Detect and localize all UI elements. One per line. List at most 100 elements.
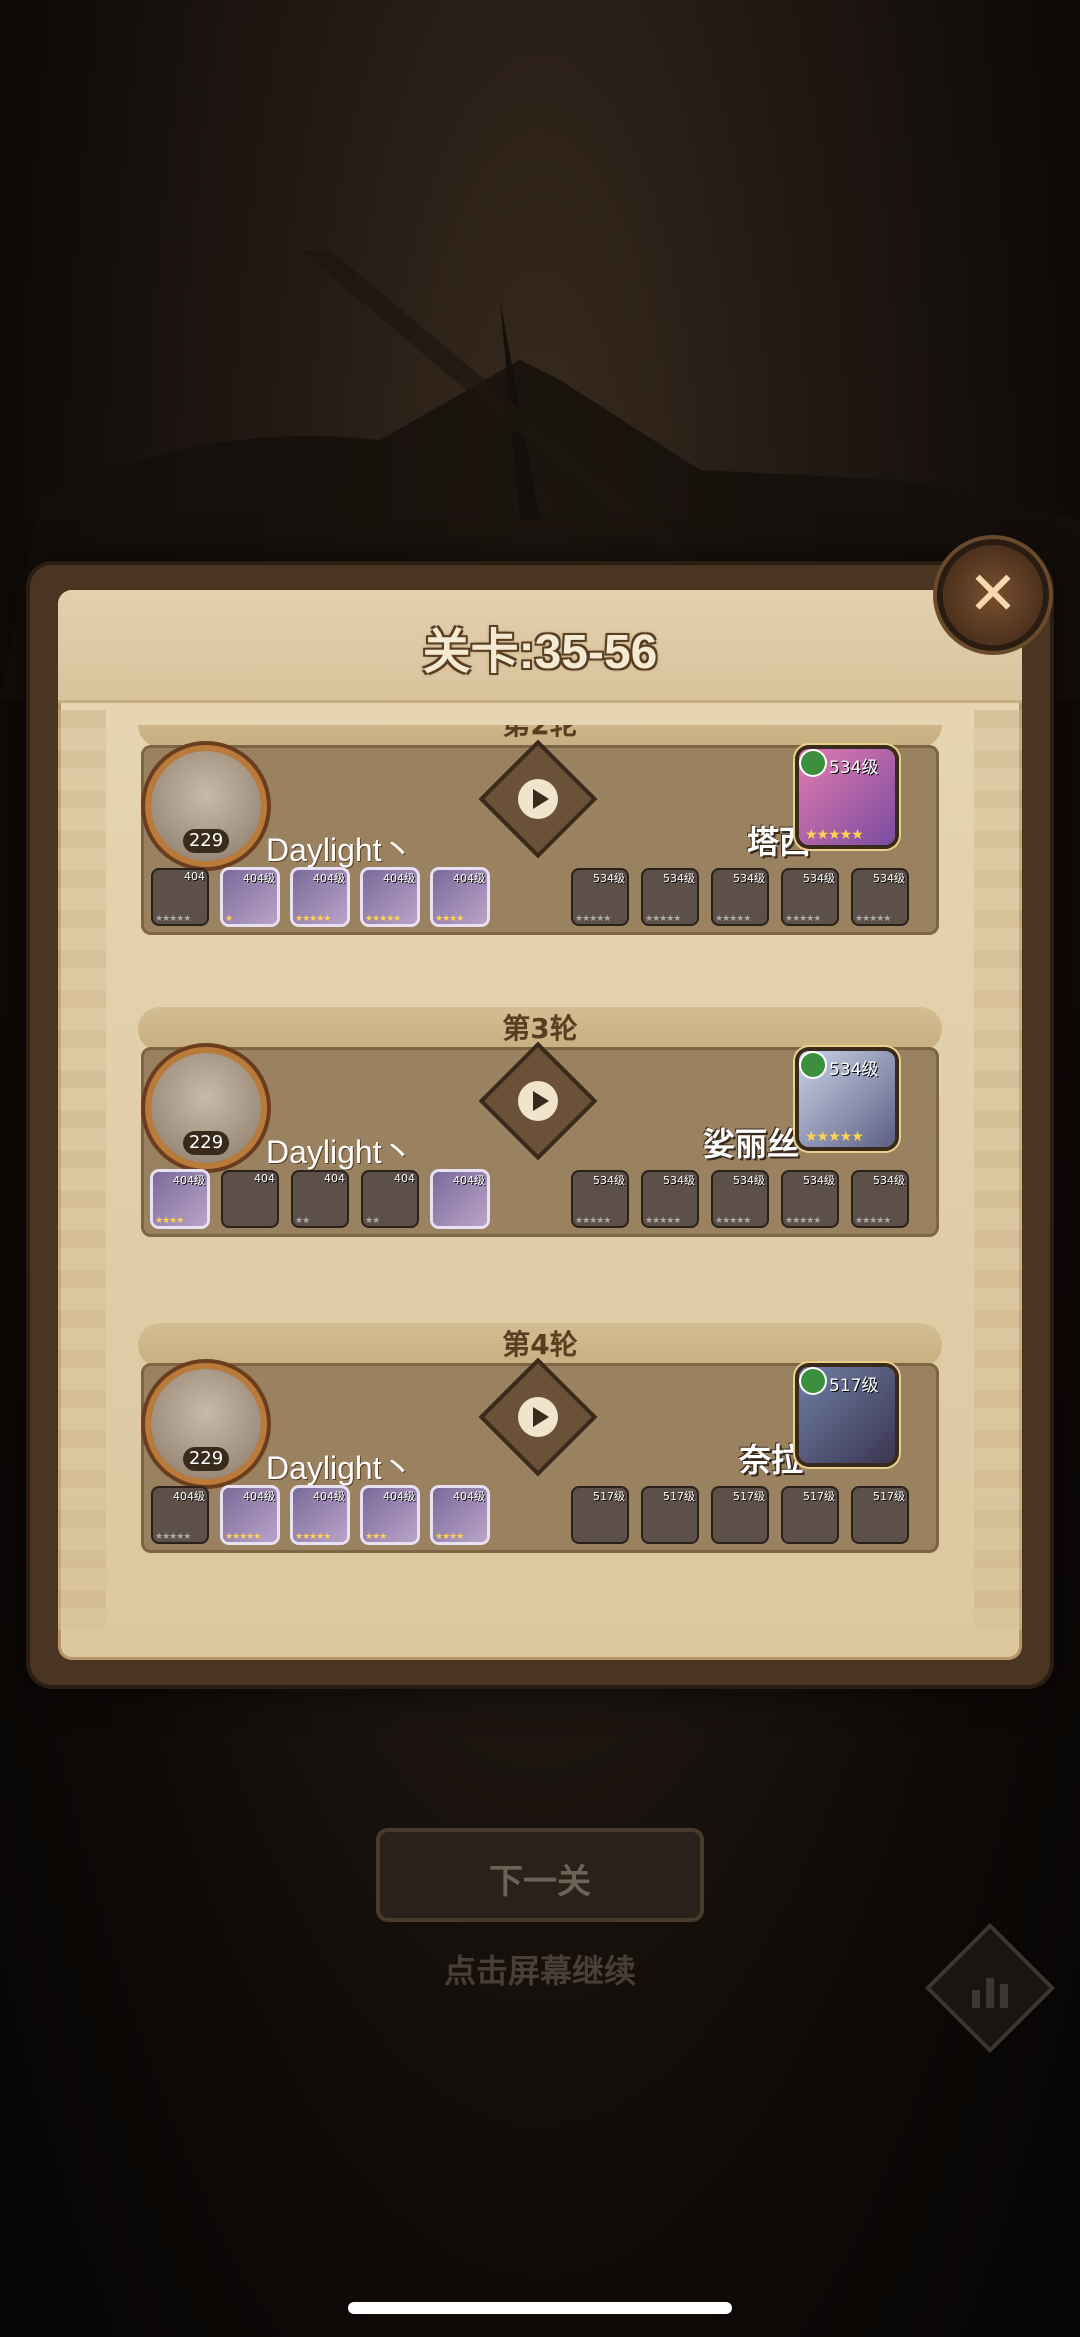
player-hero-slot[interactable]: 404 ★★★★★ (153, 870, 207, 924)
hero-stars: ★★★★★ (855, 914, 891, 924)
enemy-hero-slot[interactable]: 534级 ★★★★★ (783, 870, 837, 924)
enemy-hero-slot[interactable]: 534级 ★★★★★ (783, 1172, 837, 1226)
hero-level: 404级 (383, 1490, 415, 1503)
enemy-hero-slot[interactable]: 534级 ★★★★★ (573, 870, 627, 924)
hero-stars: ★★★★★ (225, 1532, 261, 1542)
enemy-hero-slot[interactable]: 534级 ★★★★★ (853, 1172, 907, 1226)
enemy-level: 517级 (829, 1376, 879, 1396)
enemy-hero-slot[interactable]: 517级 (713, 1488, 767, 1542)
faction-icon (801, 1369, 825, 1393)
round-card: 229 Daylight丶 奈拉 517级 404级 ★★★★★ 404级 ★★★★★ 404级… (141, 1357, 939, 1553)
enemy-hero-slot[interactable]: 534级 ★★★★★ (713, 1172, 767, 1226)
hero-level: 404级 (173, 1490, 205, 1503)
hero-stars: ★★★★ (435, 914, 464, 924)
hero-level: 534级 (733, 872, 765, 885)
player-name: Daylight丶 (266, 1134, 414, 1170)
next-stage-label: 下一关 (489, 1862, 591, 1902)
hero-level: 517级 (663, 1490, 695, 1503)
enemy-portrait[interactable]: 534级 ★★★★★ (799, 749, 895, 845)
hero-level: 404级 (173, 1174, 205, 1187)
tap-to-continue-hint: 点击屏幕继续 (443, 1952, 636, 1990)
hero-stars: ★★★★★ (855, 1216, 891, 1226)
play-icon (518, 1081, 558, 1121)
hero-level: 534级 (803, 1174, 835, 1187)
enemy-hero-slot[interactable]: 534级 ★★★★★ (713, 870, 767, 924)
enemy-stars: ★★★★★ (805, 827, 864, 843)
player-hero-slot[interactable]: 404 (223, 1172, 277, 1226)
enemy-portrait[interactable]: 534级 ★★★★★ (799, 1051, 895, 1147)
title-band: 关卡:35-56 (58, 590, 1022, 703)
player-hero-slot[interactable]: 404级 ★★★ (363, 1488, 417, 1542)
enemy-name: 娑丽丝 (703, 1126, 800, 1162)
close-icon: ✕ (967, 559, 1019, 629)
player-name: Daylight丶 (266, 1450, 414, 1486)
round-card: 229 Daylight丶 塔西 534级 ★★★★★ 404 ★★★★★ 404级 ★ 404级… (141, 739, 939, 935)
replay-button[interactable] (478, 1041, 598, 1161)
hero-stars: ★★★★★ (295, 1532, 331, 1542)
hero-stars: ★★★ (365, 1532, 387, 1542)
player-hero-slot[interactable]: 404级 ★★★★★ (293, 870, 347, 924)
bar-chart-icon (972, 1978, 1008, 2008)
hero-stars: ★★★★ (155, 1216, 184, 1226)
play-icon (518, 1397, 558, 1437)
enemy-level: 534级 (829, 1060, 879, 1080)
faction-icon (801, 751, 825, 775)
hero-level: 517级 (593, 1490, 625, 1503)
player-hero-slot[interactable]: 404级 ★ (223, 870, 277, 924)
hero-stars: ★★★★★ (575, 914, 611, 924)
player-hero-slot[interactable]: 404级 ★★★★★ (293, 1488, 347, 1542)
hero-level: 534级 (873, 1174, 905, 1187)
player-hero-slot[interactable]: 404级 ★★★★ (433, 870, 487, 924)
hero-level: 404 (254, 1172, 275, 1185)
player-hero-slot[interactable]: 404级 ★★★★★ (153, 1488, 207, 1542)
hero-level: 404级 (453, 1490, 485, 1503)
hero-stars: ★★★★★ (155, 914, 191, 924)
enemy-hero-slot[interactable]: 517级 (643, 1488, 697, 1542)
enemy-hero-slot[interactable]: 534级 ★★★★★ (573, 1172, 627, 1226)
replay-button[interactable] (478, 739, 598, 859)
next-stage-button[interactable]: 下一关 (380, 1832, 700, 1918)
hero-level: 534级 (663, 872, 695, 885)
home-indicator[interactable] (348, 2302, 732, 2314)
hero-level: 404级 (383, 872, 415, 885)
hero-level: 404 (324, 1172, 345, 1185)
hero-level: 404 (184, 870, 205, 883)
player-hero-slot[interactable]: 404级 ★★★★ (153, 1172, 207, 1226)
hero-stars: ★★★★★ (645, 914, 681, 924)
player-hero-slot[interactable]: 404级 ★★★★ (433, 1488, 487, 1542)
player-level: 229 (183, 829, 229, 853)
hero-stars: ★★★★★ (785, 914, 821, 924)
player-hero-slot[interactable]: 404级 ★★★★★ (363, 870, 417, 924)
replay-button[interactable] (478, 1357, 598, 1477)
hero-stars: ★★★★★ (785, 1216, 821, 1226)
hero-stars: ★★★★★ (155, 1532, 191, 1542)
enemy-hero-slot[interactable]: 517级 (853, 1488, 907, 1542)
hero-stars: ★★★★★ (575, 1216, 611, 1226)
hero-stars: ★★★★★ (715, 1216, 751, 1226)
hero-level: 534级 (733, 1174, 765, 1187)
enemy-hero-slot[interactable]: 534级 ★★★★★ (853, 870, 907, 924)
player-hero-slot[interactable]: 404 ★★ (293, 1172, 347, 1226)
player-hero-slot[interactable]: 404 ★★ (363, 1172, 417, 1226)
hero-stars: ★★ (365, 1216, 380, 1226)
enemy-level: 534级 (829, 758, 879, 778)
rounds-list[interactable]: 第2轮229Daylight丶塔西534级★★★★★404★★★★★404级★4… (58, 725, 1022, 1660)
hero-stars: ★ (225, 914, 233, 924)
hero-stars: ★★★★★ (295, 914, 331, 924)
player-hero-slot[interactable]: 404级 ★★★★★ (223, 1488, 277, 1542)
enemy-portrait[interactable]: 517级 (799, 1367, 895, 1463)
play-icon (518, 779, 558, 819)
enemy-hero-slot[interactable]: 534级 ★★★★★ (643, 1172, 697, 1226)
hero-level: 534级 (873, 872, 905, 885)
hero-level: 404级 (453, 1174, 485, 1187)
hero-stars: ★★ (295, 1216, 310, 1226)
enemy-hero-slot[interactable]: 517级 (783, 1488, 837, 1542)
hero-stars: ★★★★★ (715, 914, 751, 924)
battle-report-panel: 关卡:35-56 第2轮229Daylight丶塔西534级★★★★★404★★… (58, 590, 1022, 1660)
enemy-hero-slot[interactable]: 534级 ★★★★★ (643, 870, 697, 924)
player-name: Daylight丶 (266, 832, 414, 868)
close-button[interactable]: ✕ (943, 545, 1043, 645)
enemy-hero-slot[interactable]: 517级 (573, 1488, 627, 1542)
hero-level: 404级 (243, 1490, 275, 1503)
player-hero-slot[interactable]: 404级 (433, 1172, 487, 1226)
